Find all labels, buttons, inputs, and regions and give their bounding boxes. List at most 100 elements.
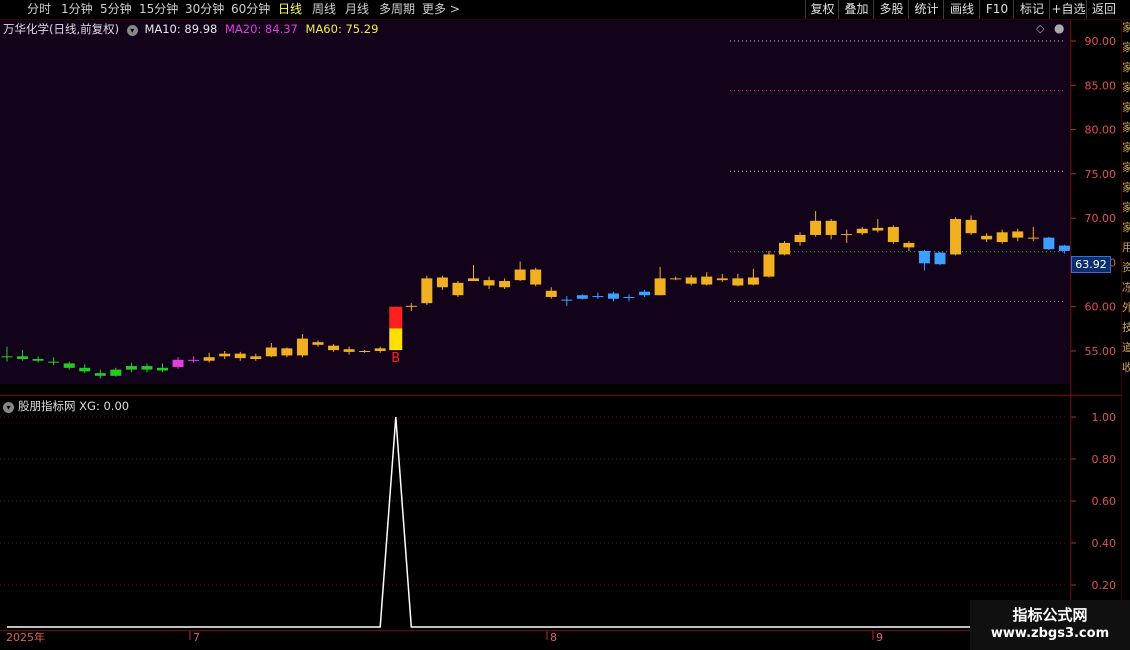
candle-body [265,347,277,357]
last-price-tag: 63.92 [1071,256,1111,273]
candle-body [841,234,853,236]
watermark-url: www.zbgs3.com [990,626,1110,641]
candle-body [250,356,262,359]
strip-char: 收 [1122,362,1130,374]
strip-char: 家 [1122,202,1130,214]
ma20-label: MA20: 84.37 [224,22,298,36]
watermark: 指标公式网 www.zbgs3.com [970,600,1130,650]
stock-title[interactable]: 万华化学(日线,前复权) [3,22,119,36]
ma10-label: MA10: 89.98 [144,22,218,36]
candle-body [747,277,759,285]
candle-body [996,232,1008,243]
candle-body [219,353,231,357]
date-label-july: 7 [193,631,200,644]
candle-body [157,367,168,371]
candle-body [499,281,511,288]
candle-body [359,351,371,352]
strip-char: 家 [1122,22,1130,34]
signal-candle-lower [389,328,403,351]
candle-body [903,242,915,248]
candle-body [763,254,775,277]
indicator-tick-label: 0.60 [1092,495,1117,508]
candle-body [887,227,899,243]
candle-body [1012,231,1024,238]
strip-char: 技 [1122,322,1130,334]
strip-char: 家 [1122,222,1130,234]
diamond-icon[interactable]: ◇ [1036,22,1044,35]
candle-body [623,296,635,298]
price-tick-label: 55.00 [1085,345,1117,358]
strip-char: 家 [1122,62,1130,74]
candle-body [530,269,542,285]
candle-body [17,356,29,359]
strip-char: 家 [1122,82,1130,94]
candle-body [794,234,806,243]
indicator-title: ▾ 股朋指标网 XG: 0.00 [3,398,129,414]
candle-body [950,219,962,255]
date-label-sep: 9 [876,631,883,644]
date-label-aug: 8 [550,631,557,644]
candle-body [685,277,697,284]
strip-char: 家 [1122,122,1130,134]
xg-indicator-line [7,416,1068,628]
candle-body [483,280,495,286]
strip-char: 资 [1122,262,1130,274]
strip-char: 家 [1122,42,1130,54]
candle-body [281,348,293,356]
candle-body [965,219,977,234]
strip-char: 道 [1122,342,1130,354]
candle-body [234,353,246,359]
strip-char: 用 [1122,242,1130,254]
candle-body [592,296,604,298]
candle-body [732,278,744,286]
indicator-tick-label: 0.20 [1092,579,1117,592]
strip-char: 家 [1122,142,1130,154]
candle-body [607,293,619,299]
strip-char: 家 [1122,102,1130,114]
strip-char: 外 [1122,302,1130,314]
candle-body [48,361,60,363]
candle-body [561,299,573,301]
candle-body [639,291,651,296]
candle-body [576,295,588,299]
candle-body [328,345,340,351]
price-tick-label: 60.00 [1085,301,1117,314]
price-tick-label: 80.00 [1085,124,1117,137]
chart-canvas: 90.0085.0080.0075.0070.0065.0060.0055.00… [0,20,1121,650]
candle-body [810,220,822,235]
candle-body [203,357,215,361]
indicator-tick-label: 1.00 [1092,411,1117,424]
strip-char: 冻 [1122,282,1130,294]
signal-candle-upper [389,306,403,329]
candle-body [141,366,153,370]
candle-body [436,277,448,288]
candle-body [514,269,526,281]
settings-dot-icon[interactable]: ● [1054,21,1064,35]
strip-char: 家 [1122,162,1130,174]
watermark-title: 指标公式网 [1012,606,1088,624]
collapse-icon[interactable]: ▾ [126,25,138,36]
candle-body [312,342,324,345]
indicator-tick-label: 0.40 [1092,537,1117,550]
indicator-name[interactable]: 股朋指标网 XG: 0.00 [18,399,129,413]
candle-body [701,276,713,285]
indicator-tick-label: 0.80 [1092,453,1117,466]
main-chart-title: 万华化学(日线,前复权) ▾ MA10: 89.98 MA20: 84.37 M… [3,21,378,37]
candle-body [918,250,930,264]
candle-body [188,359,200,361]
price-tick-label: 85.00 [1085,79,1117,92]
candle-body [94,373,106,376]
candle-body [654,278,666,296]
candle-body [32,358,44,361]
indicator-collapse-icon[interactable]: ▾ [3,402,14,413]
candle-body [856,228,868,234]
candle-body [779,242,790,255]
candle-body [374,348,386,351]
candle-body [405,305,417,307]
buy-signal-label: B [391,351,400,366]
candle-body [1043,237,1055,250]
candle-body [172,359,184,367]
candle-body [670,278,682,280]
candle-body [1,356,13,358]
price-tick-label: 75.00 [1085,168,1117,181]
